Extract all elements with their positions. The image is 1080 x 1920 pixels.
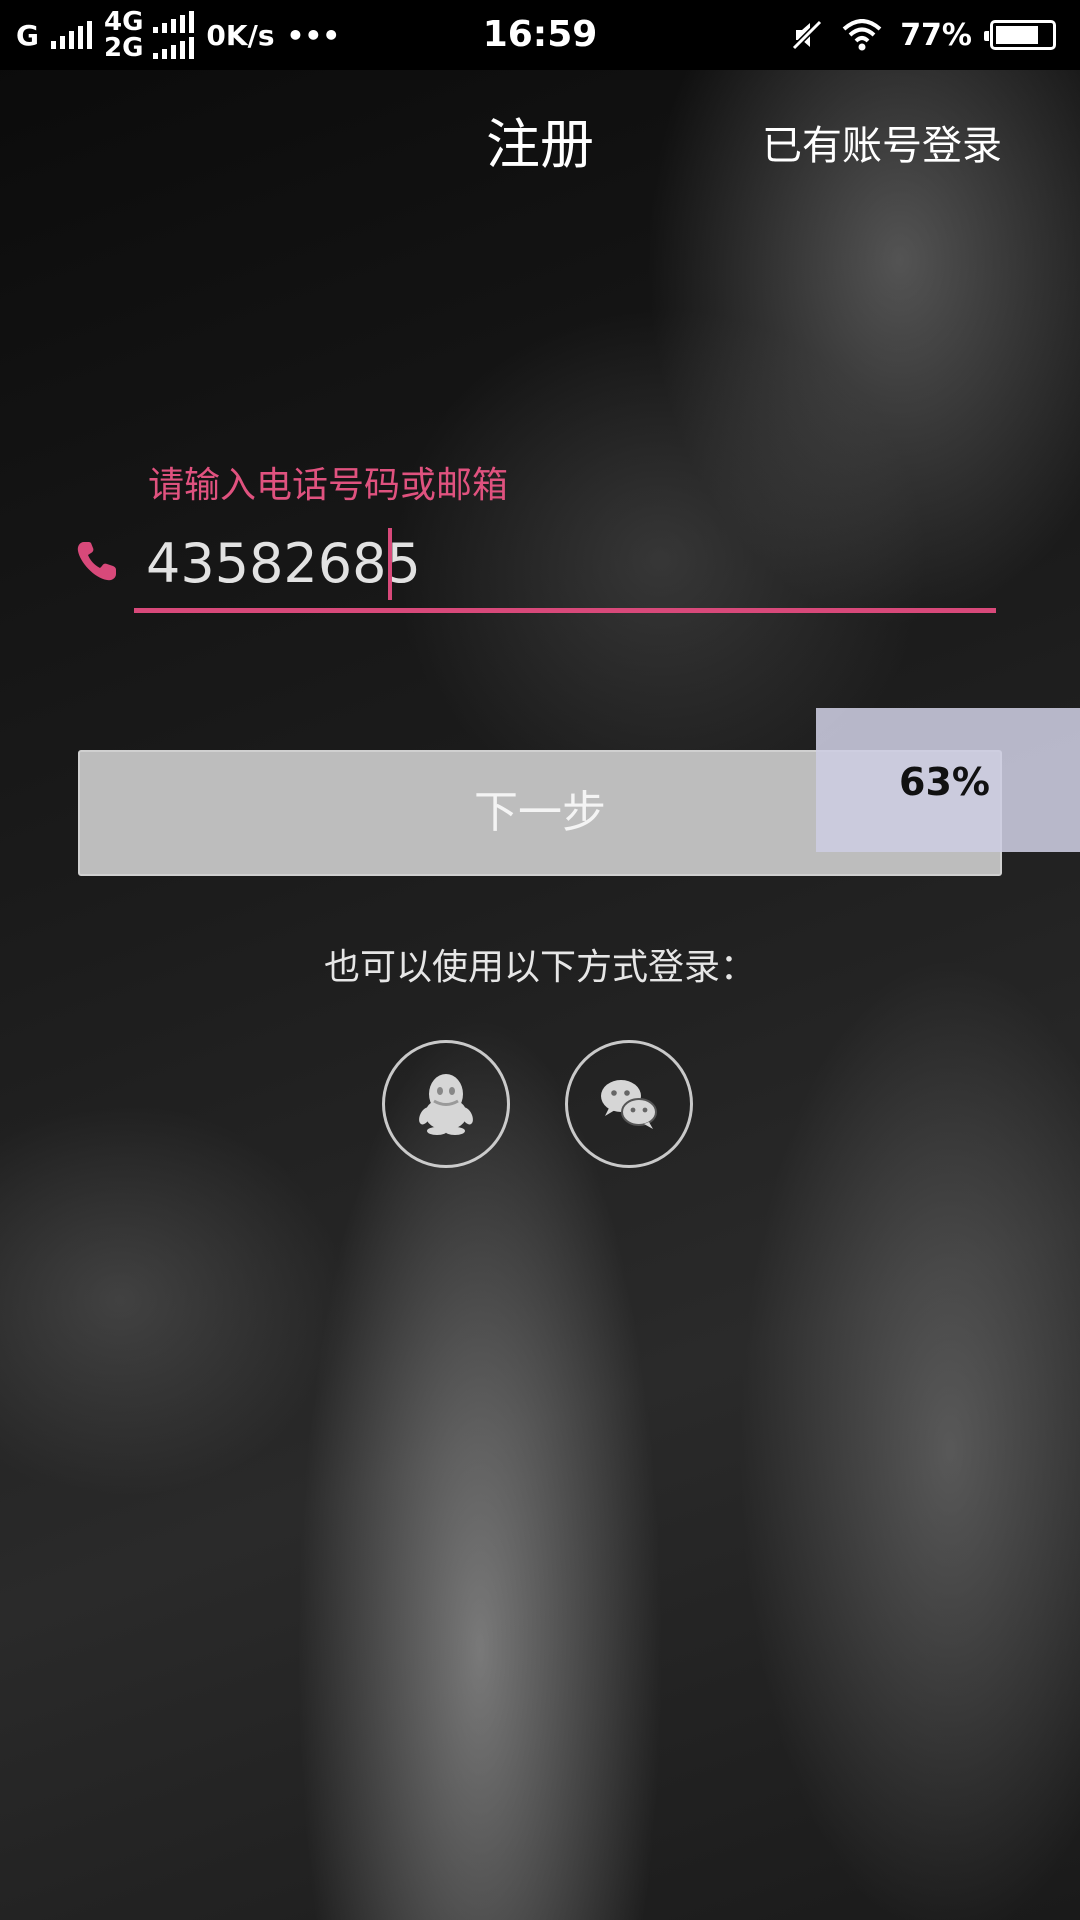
progress-text: 63%: [899, 760, 990, 804]
phone-input-wrapper: [134, 520, 996, 613]
battery-percent: 77%: [900, 17, 972, 53]
input-hint-label: 请输入电话号码或邮箱: [148, 465, 509, 506]
mute-icon: [792, 19, 823, 51]
status-right: 77%: [790, 0, 1056, 70]
qq-login-button[interactable]: [382, 1040, 510, 1168]
carrier-2-top-label: 4G: [103, 7, 144, 37]
signal-icon-3: [153, 37, 195, 59]
signal-icon: [50, 21, 92, 49]
network-speed: 0K/s: [206, 18, 275, 52]
register-screen: G 4G 2G 0K/s ••• 16:59 77% 注册 已有账号登录 请输入…: [0, 0, 1080, 1920]
existing-account-login-link[interactable]: 已有账号登录: [762, 118, 1002, 174]
wechat-login-button[interactable]: [565, 1040, 693, 1168]
phone-icon: [77, 542, 116, 581]
status-left: G 4G 2G 0K/s •••: [16, 0, 340, 70]
qq-icon: [419, 1074, 473, 1135]
text-caret: [388, 528, 392, 600]
progress-overlay: 63%: [816, 708, 1080, 852]
network-stack: 4G 2G: [103, 7, 195, 63]
status-bar: G 4G 2G 0K/s ••• 16:59 77%: [0, 0, 1080, 70]
carrier-1-label: G: [16, 18, 39, 52]
signal-icon-2: [153, 11, 195, 33]
wifi-icon: [842, 19, 882, 51]
battery-icon: [984, 20, 1056, 50]
wechat-icon: [601, 1080, 657, 1129]
carrier-2-bottom-label: 2G: [103, 33, 144, 63]
phone-or-email-input[interactable]: [146, 520, 986, 608]
alternate-login-label: 也可以使用以下方式登录：: [323, 947, 756, 988]
battery-fill: [996, 26, 1038, 44]
more-indicator: •••: [286, 18, 341, 52]
